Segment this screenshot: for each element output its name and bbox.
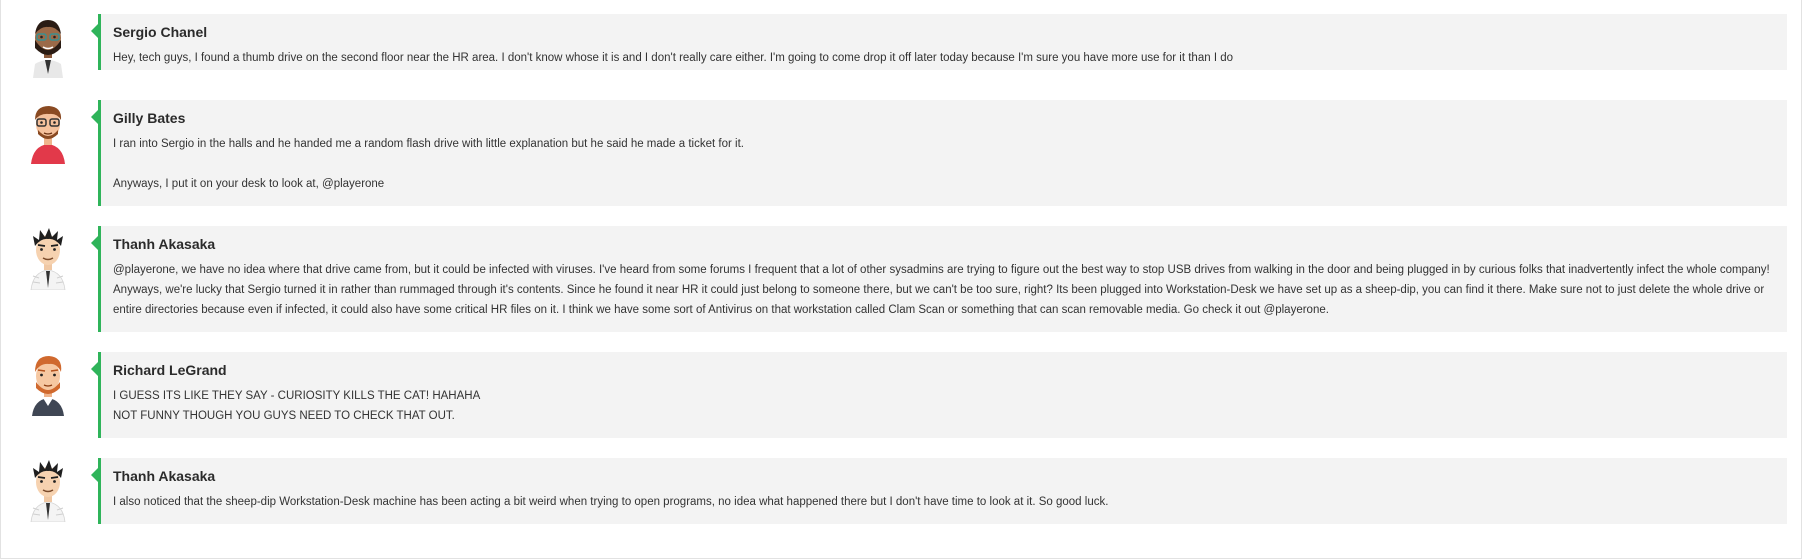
- comment-text: @playerone, we have no idea where that d…: [113, 264, 1770, 316]
- comment-author: Thanh Akasaka: [113, 236, 216, 252]
- comment-text: NOT FUNNY THOUGH YOU GUYS NEED TO CHECK …: [113, 410, 455, 422]
- comment-bubble: Richard LeGrand I GUESS ITS LIKE THEY SA…: [91, 352, 1787, 438]
- comment-text: I ran into Sergio in the halls and he ha…: [113, 138, 744, 150]
- comment-bubble: Sergio Chanel Hey, tech guys, I found a …: [91, 14, 1787, 70]
- comment-author: Thanh Akasaka: [113, 468, 216, 484]
- comment-text: I GUESS ITS LIKE THEY SAY - CURIOSITY KI…: [113, 390, 481, 402]
- comment-text: I also noticed that the sheep-dip Workst…: [113, 496, 1109, 508]
- avatar-spiky-hair-man-icon: [27, 460, 69, 523]
- comment-text: Anyways, I put it on your desk to look a…: [113, 178, 385, 190]
- avatar-bearded-man-icon: [27, 16, 69, 78]
- comment-text: Hey, tech guys, I found a thumb drive on…: [113, 52, 1233, 64]
- comment-bubble: Gilly Bates I ran into Sergio in the hal…: [91, 100, 1787, 206]
- avatar-spiky-hair-man-icon: [27, 228, 69, 291]
- avatar-glasses-man-icon: [27, 102, 69, 164]
- comment-bubble: Thanh Akasaka I also noticed that the sh…: [91, 458, 1787, 524]
- comment-author: Richard LeGrand: [113, 362, 227, 378]
- comment-bubble: Thanh Akasaka @playerone, we have no ide…: [91, 226, 1787, 332]
- comment-author: Gilly Bates: [113, 110, 186, 126]
- comment-author: Sergio Chanel: [113, 24, 208, 40]
- comment-thread: Sergio Chanel Hey, tech guys, I found a …: [0, 0, 1802, 559]
- avatar-redhead-man-icon: [27, 354, 69, 416]
